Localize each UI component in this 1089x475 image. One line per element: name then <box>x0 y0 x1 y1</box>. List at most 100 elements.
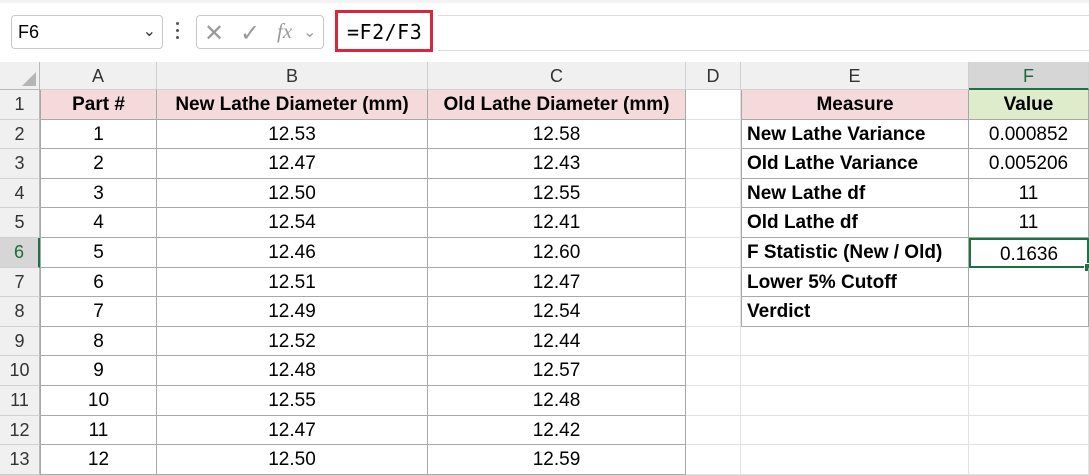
row-header-11[interactable]: 11 <box>0 386 40 416</box>
table1-cell[interactable]: 12.41 <box>428 208 686 238</box>
table1-cell[interactable]: 12.54 <box>157 208 428 238</box>
row-header-9[interactable]: 9 <box>0 326 40 357</box>
cell-d8[interactable] <box>686 297 741 327</box>
cell-d12[interactable] <box>686 415 741 446</box>
formula-input-extension[interactable] <box>438 15 1089 51</box>
table1-cell[interactable]: 12.49 <box>157 297 428 327</box>
table2-value[interactable] <box>969 297 1089 327</box>
table1-cell[interactable]: 12.43 <box>428 149 686 179</box>
cell-d1[interactable] <box>686 90 741 120</box>
table2-value[interactable]: 11 <box>969 208 1089 238</box>
table1-cell[interactable]: 12.44 <box>428 326 686 357</box>
cell-d10[interactable] <box>686 356 741 386</box>
name-box-value[interactable]: F6 <box>18 22 39 43</box>
table2-measure-label[interactable]: F Statistic (New / Old) <box>741 238 969 268</box>
formula-input[interactable]: =F2/F3 <box>335 10 433 52</box>
row-header-13[interactable]: 13 <box>0 445 40 475</box>
cell-f12[interactable] <box>969 415 1089 446</box>
row-header-6[interactable]: 6 <box>0 238 40 268</box>
table1-cell[interactable]: 12.52 <box>157 326 428 357</box>
cell-d4[interactable] <box>686 178 741 209</box>
row-header-10[interactable]: 10 <box>0 356 40 386</box>
cell-f11[interactable] <box>969 386 1089 416</box>
table2-value[interactable]: 0.000852 <box>969 119 1089 150</box>
table1-cell[interactable]: 2 <box>40 149 157 179</box>
table2-value[interactable]: 0.005206 <box>969 149 1089 179</box>
cancel-icon[interactable]: ✕ <box>204 19 224 48</box>
table2-measure-label[interactable]: New Lathe df <box>741 178 969 209</box>
row-header-8[interactable]: 8 <box>0 297 40 327</box>
table1-cell[interactable]: 12.50 <box>157 445 428 475</box>
row-header-2[interactable]: 2 <box>0 119 40 150</box>
column-header-b[interactable]: B <box>157 62 428 90</box>
more-options-icon[interactable] <box>174 18 180 44</box>
row-header-5[interactable]: 5 <box>0 208 40 238</box>
active-cell-f6[interactable]: 0.1636 <box>969 238 1089 268</box>
table1-cell[interactable]: 12.50 <box>157 178 428 209</box>
table1-cell[interactable]: 6 <box>40 267 157 298</box>
table2-header-measure[interactable]: Measure <box>741 90 969 120</box>
table2-value[interactable]: 11 <box>969 178 1089 209</box>
table1-cell[interactable]: 12.54 <box>428 297 686 327</box>
table1-cell[interactable]: 12.55 <box>157 386 428 416</box>
row-header-7[interactable]: 7 <box>0 267 40 298</box>
cell-d3[interactable] <box>686 149 741 179</box>
select-all-corner[interactable] <box>0 62 40 90</box>
table1-cell[interactable]: 12.48 <box>157 356 428 386</box>
table1-header-1[interactable]: New Lathe Diameter (mm) <box>157 90 428 120</box>
name-box[interactable]: F6 ⌄ <box>11 15 163 49</box>
cell-e13[interactable] <box>741 445 969 475</box>
table1-cell[interactable]: 12.48 <box>428 386 686 416</box>
column-header-d[interactable]: D <box>686 62 741 90</box>
cell-d6[interactable] <box>686 238 741 268</box>
cell-f10[interactable] <box>969 356 1089 386</box>
cell-d2[interactable] <box>686 119 741 150</box>
table1-cell[interactable]: 8 <box>40 326 157 357</box>
table2-measure-label[interactable]: Verdict <box>741 297 969 327</box>
cell-e12[interactable] <box>741 415 969 446</box>
table1-cell[interactable]: 4 <box>40 208 157 238</box>
table2-measure-label[interactable]: Old Lathe df <box>741 208 969 238</box>
row-header-3[interactable]: 3 <box>0 149 40 179</box>
table1-cell[interactable]: 3 <box>40 178 157 209</box>
table1-cell[interactable]: 12 <box>40 445 157 475</box>
table1-cell[interactable]: 12.47 <box>157 415 428 446</box>
table1-cell[interactable]: 5 <box>40 238 157 268</box>
table1-cell[interactable]: 10 <box>40 386 157 416</box>
column-header-f[interactable]: F <box>969 62 1089 90</box>
chevron-down-icon[interactable]: ⌄ <box>143 21 156 41</box>
table2-measure-label[interactable]: Old Lathe Variance <box>741 149 969 179</box>
table1-cell[interactable]: 7 <box>40 297 157 327</box>
table1-cell[interactable]: 12.55 <box>428 178 686 209</box>
row-header-4[interactable]: 4 <box>0 178 40 209</box>
table1-cell[interactable]: 12.51 <box>157 267 428 298</box>
cell-e10[interactable] <box>741 356 969 386</box>
column-header-a[interactable]: A <box>40 62 157 90</box>
table1-cell[interactable]: 12.57 <box>428 356 686 386</box>
confirm-icon[interactable]: ✓ <box>240 19 260 48</box>
row-header-1[interactable]: 1 <box>0 90 40 120</box>
table1-cell[interactable]: 12.53 <box>157 119 428 150</box>
table1-header-0[interactable]: Part # <box>40 90 157 120</box>
table1-cell[interactable]: 11 <box>40 415 157 446</box>
chevron-down-icon[interactable]: ⌄ <box>303 22 316 42</box>
table1-cell[interactable]: 12.60 <box>428 238 686 268</box>
table1-cell[interactable]: 1 <box>40 119 157 150</box>
table1-cell[interactable]: 12.47 <box>157 149 428 179</box>
cell-f13[interactable] <box>969 445 1089 475</box>
cell-d5[interactable] <box>686 208 741 238</box>
table1-header-2[interactable]: Old Lathe Diameter (mm) <box>428 90 686 120</box>
formula-text[interactable]: =F2/F3 <box>347 20 422 44</box>
table1-cell[interactable]: 12.59 <box>428 445 686 475</box>
column-header-e[interactable]: E <box>741 62 969 90</box>
select-all-icon[interactable] <box>22 72 36 86</box>
insert-function-icon[interactable]: fx <box>277 19 292 44</box>
cell-d11[interactable] <box>686 386 741 416</box>
table1-cell[interactable]: 12.46 <box>157 238 428 268</box>
column-header-c[interactable]: C <box>428 62 686 90</box>
cell-d13[interactable] <box>686 445 741 475</box>
table2-header-value[interactable]: Value <box>969 90 1089 120</box>
table1-cell[interactable]: 12.42 <box>428 415 686 446</box>
cell-f9[interactable] <box>969 326 1089 357</box>
table1-cell[interactable]: 9 <box>40 356 157 386</box>
